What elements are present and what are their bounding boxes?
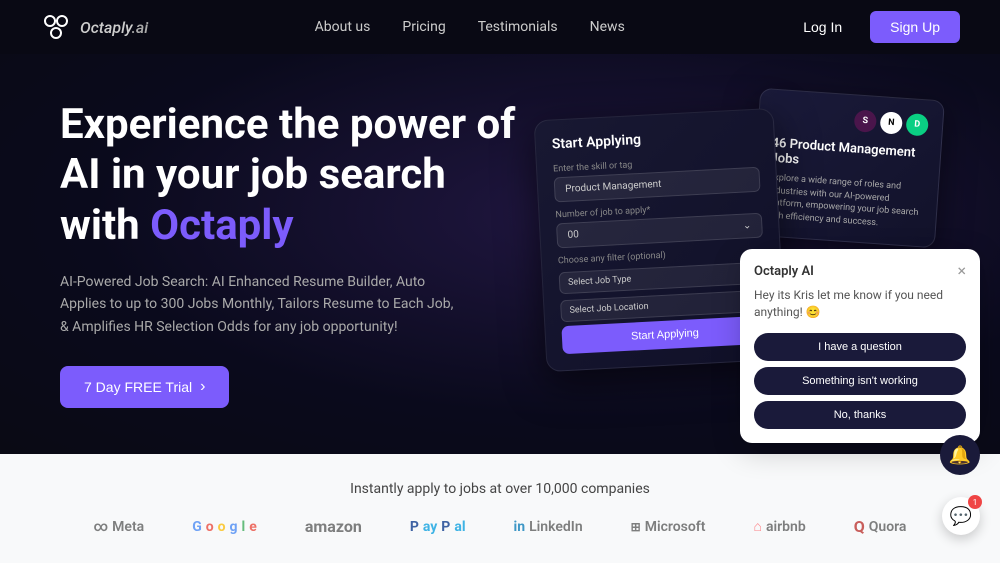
meta-label: Meta (112, 519, 144, 535)
job-count-value: 00 (567, 229, 579, 241)
brand-icons: S N D (773, 104, 929, 137)
linkedin-in: in (514, 519, 526, 535)
chat-message: Hey its Kris let me know if you need any… (754, 287, 966, 321)
hero-subtitle: AI-Powered Job Search: AI Enhanced Resum… (60, 271, 460, 338)
company-meta: ∞ Meta (94, 519, 145, 535)
message-button[interactable]: 💬 1 (942, 497, 980, 535)
hero-title: Experience the power of AI in your job s… (60, 100, 515, 251)
ms-grid: ⊞ (631, 520, 641, 534)
chat-close-button[interactable]: × (957, 263, 966, 279)
trial-label: 7 Day FREE Trial (84, 379, 192, 395)
navbar: Octaply.ai About us Pricing Testimonials… (0, 0, 1000, 54)
companies-section: Instantly apply to jobs at over 10,000 c… (0, 454, 1000, 563)
airbnb-label: airbnb (766, 519, 806, 535)
logo-text: Octaply.ai (80, 18, 148, 37)
chat-option-question[interactable]: I have a question (754, 333, 966, 361)
message-icon: 💬 (950, 506, 972, 527)
chat-bubble-icon: 🔔 (949, 445, 971, 466)
job-count-field: Number of job to apply* 00 ⌄ (555, 200, 763, 249)
microsoft-label: Microsoft (645, 519, 706, 535)
signup-button[interactable]: Sign Up (870, 11, 960, 43)
notion-icon: N (880, 111, 903, 134)
login-button[interactable]: Log In (791, 13, 854, 41)
chat-widget: Octaply AI × Hey its Kris let me know if… (740, 249, 980, 443)
notification-badge: 1 (968, 495, 982, 509)
company-microsoft: ⊞ Microsoft (631, 519, 706, 535)
meta-symbol: ∞ (94, 519, 109, 535)
arrow-icon: › (200, 378, 205, 396)
paypal-p1: P (410, 519, 419, 535)
airbnb-icon: ⌂ (753, 518, 761, 535)
skill-field: Enter the skill or tag Product Managemen… (553, 154, 761, 203)
job-count-desc: Explore a wide range of roles and indust… (766, 172, 924, 233)
linkedin-label: LinkedIn (529, 519, 583, 535)
company-quora: Q Quora (854, 517, 907, 536)
company-airbnb: ⌂ airbnb (753, 518, 805, 535)
chat-bubble-button[interactable]: 🔔 (940, 435, 980, 475)
nav-link-testimonials[interactable]: Testimonials (478, 19, 558, 35)
trial-button[interactable]: 7 Day FREE Trial › (60, 366, 229, 408)
nav-link-news[interactable]: News (590, 19, 625, 35)
chat-option-issue[interactable]: Something isn't working (754, 367, 966, 395)
logo[interactable]: Octaply.ai (40, 11, 148, 43)
company-linkedin: in LinkedIn (514, 519, 583, 535)
google-label: G (192, 519, 202, 535)
company-amazon: amazon (305, 517, 362, 536)
chat-header: Octaply AI × (754, 263, 966, 279)
apply-form-title: Start Applying (551, 126, 758, 153)
company-paypal: PayPal (410, 519, 466, 535)
nav-actions: Log In Sign Up (791, 11, 960, 43)
chat-title: Octaply AI (754, 264, 814, 279)
nav-link-pricing[interactable]: Pricing (402, 19, 445, 35)
hero-content: Experience the power of AI in your job s… (0, 100, 515, 408)
companies-logos: ∞ Meta Google amazon PayPal in LinkedIn … (94, 517, 907, 536)
dropdown-icon: ⌄ (743, 220, 752, 231)
start-applying-button[interactable]: Start Applying (561, 315, 768, 354)
logo-icon (40, 11, 72, 43)
chat-option-no-thanks[interactable]: No, thanks (754, 401, 966, 429)
amazon-label: amazon (305, 517, 362, 536)
nav-link-about[interactable]: About us (315, 19, 371, 35)
company-google: Google (192, 519, 257, 535)
quora-q: Q (854, 517, 865, 536)
figma-icon: D (905, 113, 928, 136)
job-count-title: 46 Product Management Jobs (770, 136, 927, 177)
quora-label: Quora (869, 519, 907, 535)
slack-icon: S (854, 109, 877, 132)
companies-title: Instantly apply to jobs at over 10,000 c… (350, 481, 650, 497)
nav-links: About us Pricing Testimonials News (315, 19, 625, 35)
